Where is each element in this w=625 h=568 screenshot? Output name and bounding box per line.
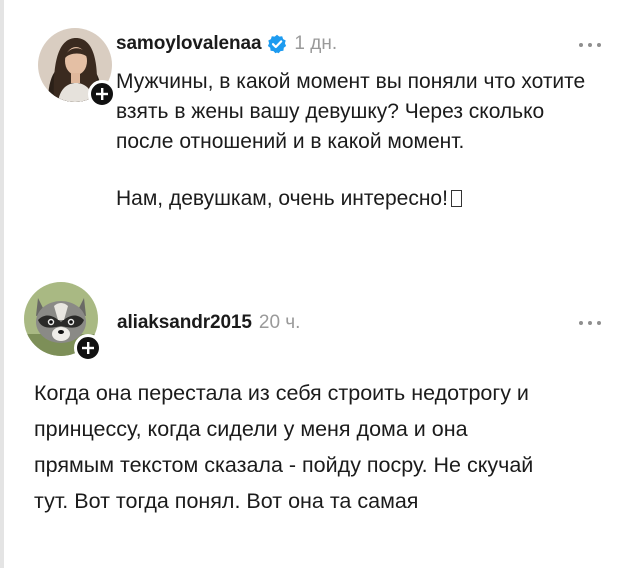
timestamp: 20 ч.: [258, 312, 301, 333]
plus-icon: [96, 88, 108, 100]
timestamp: 1 дн.: [294, 33, 338, 54]
follow-badge[interactable]: [88, 80, 116, 108]
post-header: samoylovalenaa 1 дн.: [116, 29, 337, 59]
post-paragraph: Когда она перестала из себя строить недо…: [34, 381, 534, 513]
post-body: Мужчины, в какой момент вы поняли что хо…: [116, 67, 598, 214]
post-2: aliaksandr2015 20 ч. Когда она перестала…: [0, 278, 625, 568]
more-dots-icon: [579, 321, 601, 325]
post-body: Когда она перестала из себя строить недо…: [34, 375, 546, 519]
post-paragraph-text: Нам, девушкам, очень интересно!: [116, 187, 448, 210]
post-paragraph: Мужчины, в какой момент вы поняли что хо…: [116, 70, 586, 153]
more-options-button[interactable]: [577, 40, 603, 50]
verified-badge-icon: [267, 34, 287, 54]
more-dots-icon: [579, 43, 601, 47]
post-1: samoylovalenaa 1 дн. Мужчины, в какой мо…: [0, 0, 625, 290]
unsupported-emoji-icon: [450, 190, 462, 207]
plus-icon: [82, 342, 94, 354]
username[interactable]: aliaksandr2015: [117, 312, 252, 334]
follow-badge[interactable]: [74, 334, 102, 362]
post-header: aliaksandr2015 20 ч.: [117, 308, 300, 338]
username[interactable]: samoylovalenaa: [116, 33, 262, 55]
avatar-container[interactable]: [38, 28, 116, 108]
post-paragraph-2: Нам, девушкам, очень интересно!: [116, 184, 598, 214]
more-options-button[interactable]: [577, 318, 603, 328]
avatar-container[interactable]: [24, 282, 102, 362]
